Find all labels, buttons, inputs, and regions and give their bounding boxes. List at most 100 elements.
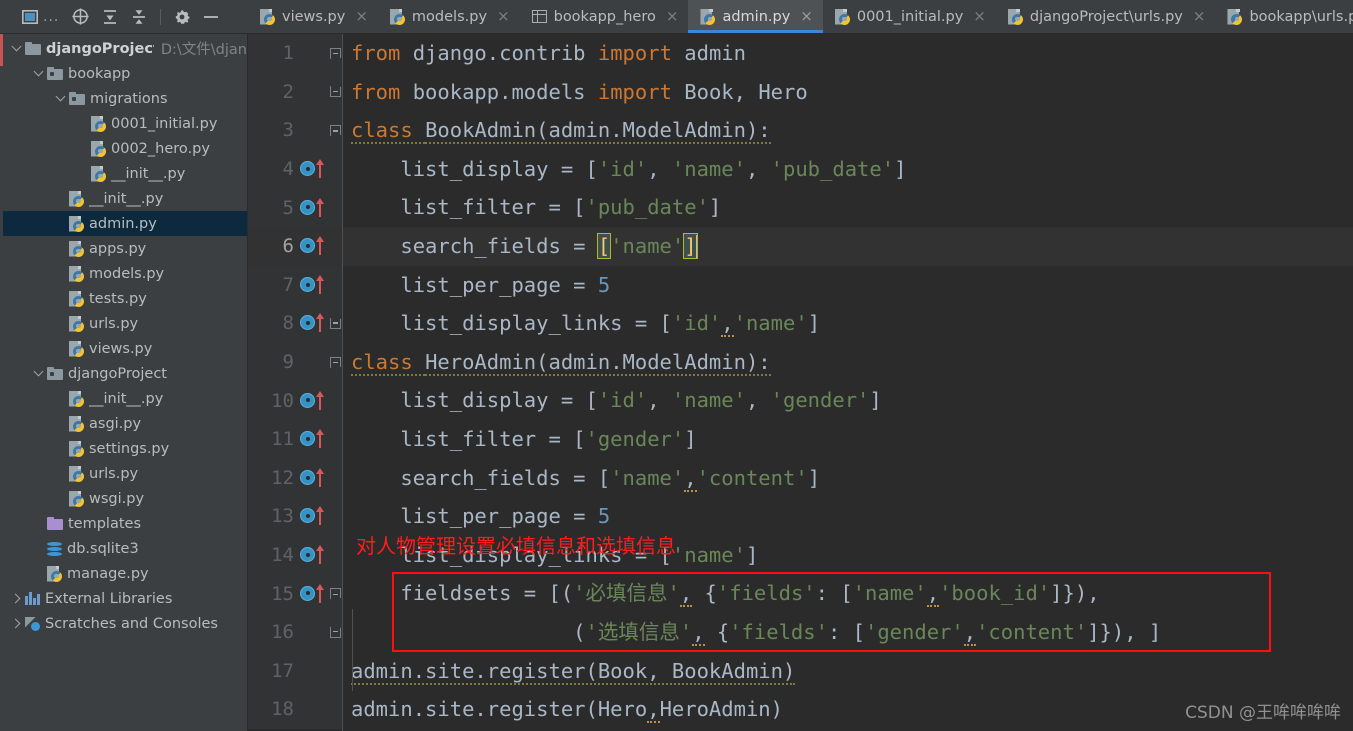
- override-marker-icon[interactable]: [300, 274, 326, 295]
- tree-item-admin-py[interactable]: admin.py: [3, 211, 247, 236]
- code-fold-end-icon[interactable]: [328, 73, 342, 112]
- editor-gutter-11[interactable]: 11: [248, 419, 343, 459]
- tab-close-icon[interactable]: ×: [800, 9, 813, 24]
- code-line-17[interactable]: 17 admin.site.register(Book, BookAdmin): [248, 651, 1353, 691]
- override-marker-icon[interactable]: [300, 159, 326, 179]
- override-marker-icon[interactable]: [300, 390, 326, 411]
- tree-item-djangoproject[interactable]: djangoProject: [3, 361, 247, 386]
- editor-gutter-10[interactable]: 10: [248, 381, 343, 420]
- editor-gutter-16[interactable]: 16: [248, 612, 343, 652]
- code-fold-collapse-icon[interactable]: [328, 34, 342, 73]
- editor-gutter-17[interactable]: 17: [248, 651, 343, 691]
- code-fold-collapse-icon[interactable]: [328, 111, 342, 150]
- editor-gutter-7[interactable]: 7: [248, 265, 343, 305]
- ellipsis-icon[interactable]: ...: [43, 9, 59, 25]
- tree-item-urls-py[interactable]: urls.py: [3, 311, 247, 336]
- tree-item-wsgi-py[interactable]: wsgi.py: [3, 486, 247, 511]
- tree-item-migrations[interactable]: migrations: [3, 86, 247, 111]
- editor-gutter-14[interactable]: 14: [248, 535, 343, 575]
- tab-close-icon[interactable]: ×: [666, 9, 679, 24]
- tree-item-urls-py[interactable]: urls.py: [3, 461, 247, 486]
- tree-item-settings-py[interactable]: settings.py: [3, 436, 247, 461]
- editor-tab-bookapp-urls-py[interactable]: bookapp\urls.py: [1215, 0, 1353, 33]
- code-line-8[interactable]: 8 list_display_links = ['id','name']: [248, 304, 1353, 343]
- editor-tab-admin-py[interactable]: admin.py ×: [688, 0, 824, 33]
- tree-item-__init__-py[interactable]: __init__.py: [3, 161, 247, 186]
- tree-item-apps-py[interactable]: apps.py: [3, 236, 247, 261]
- code-line-10[interactable]: 10 list_display = ['id', 'name', 'gender…: [248, 381, 1353, 420]
- code-line-15[interactable]: 15 fieldsets = [('必填信息', {'fields': ['na…: [248, 574, 1353, 613]
- code-fold-end-icon[interactable]: [328, 304, 342, 343]
- tree-item-templates[interactable]: templates: [3, 511, 247, 536]
- tree-item-djangoproject[interactable]: djangoProject D:\文件\djan: [3, 36, 247, 61]
- editor-tab-0001_initial-py[interactable]: 0001_initial.py ×: [823, 0, 996, 33]
- tab-close-icon[interactable]: ×: [973, 9, 986, 24]
- editor-tab-bar[interactable]: views.py × models.py × bookapp_hero × admin.py…: [248, 0, 1353, 34]
- tab-close-icon[interactable]: ×: [497, 9, 510, 24]
- project-tree[interactable]: djangoProject D:\文件\djan bookapp migrations…: [3, 34, 248, 731]
- chevron-down-icon[interactable]: [55, 93, 67, 105]
- tree-item-scratches-and-consoles[interactable]: Scratches and Consoles: [3, 611, 247, 636]
- override-marker-icon[interactable]: [300, 197, 326, 218]
- editor-tab-djangoproject-urls-py[interactable]: djangoProject\urls.py ×: [996, 0, 1216, 33]
- collapse-all-icon[interactable]: [131, 9, 147, 25]
- tree-item-db-sqlite3[interactable]: db.sqlite3: [3, 536, 247, 561]
- tree-item-manage-py[interactable]: manage.py: [3, 561, 247, 586]
- chevron-right-icon[interactable]: [11, 618, 23, 630]
- editor-gutter-8[interactable]: 8: [248, 304, 343, 343]
- override-marker-icon[interactable]: [300, 429, 326, 449]
- tree-item-asgi-py[interactable]: asgi.py: [3, 411, 247, 436]
- override-marker-icon[interactable]: [300, 545, 326, 565]
- override-marker-icon[interactable]: [300, 583, 326, 604]
- project-view-icon[interactable]: [22, 9, 38, 24]
- chevron-right-icon[interactable]: [11, 593, 23, 605]
- code-fold-collapse-icon[interactable]: [328, 343, 342, 382]
- tree-item-models-py[interactable]: models.py: [3, 261, 247, 286]
- tree-item-__init__-py[interactable]: __init__.py: [3, 186, 247, 211]
- tree-item-__init__-py[interactable]: __init__.py: [3, 386, 247, 411]
- code-line-9[interactable]: 9 class HeroAdmin(admin.ModelAdmin):: [248, 342, 1353, 382]
- tab-close-icon[interactable]: ×: [355, 9, 368, 24]
- code-line-12[interactable]: 12 search_fields = ['name','content']: [248, 458, 1353, 498]
- editor-tab-models-py[interactable]: models.py ×: [378, 0, 520, 33]
- tree-item-tests-py[interactable]: tests.py: [3, 286, 247, 311]
- tab-close-icon[interactable]: ×: [1193, 9, 1206, 24]
- code-line-16[interactable]: 16 ('选填信息', {'fields': ['gender','conten…: [248, 612, 1353, 652]
- editor-tab-bookapp_hero[interactable]: bookapp_hero ×: [520, 0, 689, 33]
- tree-item-external-libraries[interactable]: External Libraries: [3, 586, 247, 611]
- editor-gutter-18[interactable]: 18: [248, 690, 343, 729]
- tree-item-views-py[interactable]: views.py: [3, 336, 247, 361]
- code-line-2[interactable]: 2 from bookapp.models import Book, Hero: [248, 72, 1353, 112]
- code-fold-end-icon[interactable]: [328, 613, 342, 652]
- tree-item-bookapp[interactable]: bookapp: [3, 61, 247, 86]
- locate-target-icon[interactable]: [72, 8, 89, 25]
- code-line-1[interactable]: 1 from django.contrib import admin: [248, 34, 1353, 73]
- editor-gutter-3[interactable]: 3: [248, 111, 343, 150]
- editor-gutter-12[interactable]: 12: [248, 458, 343, 498]
- editor-gutter-1[interactable]: 1: [248, 34, 343, 73]
- expand-all-icon[interactable]: [102, 9, 118, 25]
- code-line-7[interactable]: 7 list_per_page = 5: [248, 265, 1353, 305]
- editor-gutter-9[interactable]: 9: [248, 342, 343, 382]
- editor-gutter-5[interactable]: 5: [248, 188, 343, 227]
- code-line-3[interactable]: 3 class BookAdmin(admin.ModelAdmin):: [248, 111, 1353, 150]
- override-marker-icon[interactable]: [300, 236, 326, 256]
- code-line-5[interactable]: 5 list_filter = ['pub_date']: [248, 188, 1353, 227]
- editor-gutter-15[interactable]: 15: [248, 574, 343, 613]
- code-fold-collapse-icon[interactable]: [328, 574, 342, 613]
- chevron-down-icon[interactable]: [33, 68, 45, 80]
- override-marker-icon[interactable]: [300, 467, 326, 488]
- editor-tab-views-py[interactable]: views.py ×: [248, 0, 378, 33]
- editor-gutter-13[interactable]: 13: [248, 497, 343, 536]
- editor-gutter-4[interactable]: 4: [248, 149, 343, 189]
- code-line-6[interactable]: 6 search_fields = ['name']: [248, 226, 1353, 266]
- minimize-icon[interactable]: [203, 15, 219, 19]
- tree-item-0002_hero-py[interactable]: 0002_hero.py: [3, 136, 247, 161]
- gear-icon[interactable]: [174, 9, 190, 25]
- editor-gutter-2[interactable]: 2: [248, 72, 343, 112]
- editor-gutter-6[interactable]: 6: [248, 226, 343, 266]
- chevron-down-icon[interactable]: [33, 368, 45, 380]
- code-line-11[interactable]: 11 list_filter = ['gender']: [248, 419, 1353, 459]
- code-line-4[interactable]: 4 list_display = ['id', 'name', 'pub_dat…: [248, 149, 1353, 189]
- override-marker-icon[interactable]: [300, 313, 326, 333]
